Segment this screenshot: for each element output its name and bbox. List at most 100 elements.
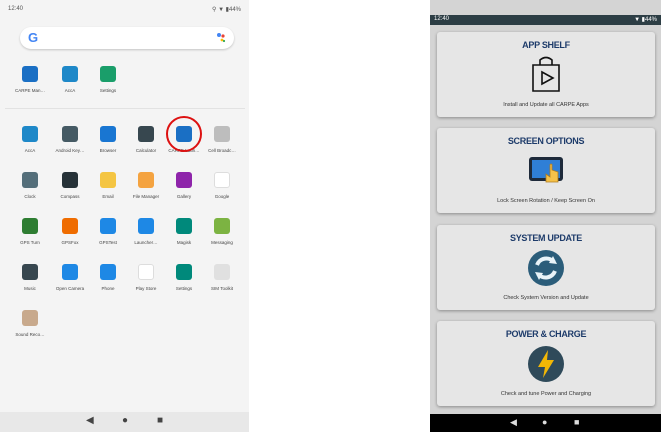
gpsfox-icon xyxy=(62,218,78,234)
carpe-icon xyxy=(22,66,38,82)
recent-apps-divider xyxy=(5,108,245,109)
file-manager-icon xyxy=(138,172,154,188)
carpe-launcher-screen: 12:40 ▼ ▮44% APP SHELF Install and Updat… xyxy=(430,0,661,432)
app-label: Messaging xyxy=(211,240,233,245)
sound-recorder-icon xyxy=(22,310,38,326)
system-update-icon xyxy=(528,250,564,286)
app-label: AccA xyxy=(24,148,36,153)
app-tile[interactable]: Compass xyxy=(50,172,90,212)
status-bar: 12:40 ⚲ ▼ ▮44% xyxy=(0,0,249,22)
status-indicators: ⚲ ▼ ▮44% xyxy=(212,7,241,13)
system-update-panel[interactable]: SYSTEM UPDATE Check System Version and U… xyxy=(437,225,655,310)
power-charge-panel[interactable]: POWER & CHARGE Check and tune Power and … xyxy=(437,321,655,406)
messaging-icon xyxy=(214,218,230,234)
magisk-icon xyxy=(176,218,192,234)
keyboard-icon xyxy=(62,126,78,142)
app-tile[interactable]: Calculator xyxy=(126,126,166,166)
app-drawer-screen: 12:40 ⚲ ▼ ▮44% G CARPE Man… AccA Settings A… xyxy=(0,0,249,432)
panel-description: Lock Screen Rotation / Keep Screen On xyxy=(497,198,595,204)
play-store-icon xyxy=(138,264,154,280)
home-icon[interactable]: ● xyxy=(542,417,547,427)
app-tile[interactable]: Magisk xyxy=(164,218,204,258)
app-tile[interactable]: Music xyxy=(10,264,50,304)
app-tile[interactable]: Settings xyxy=(88,66,128,106)
app-tile[interactable]: Play Store xyxy=(126,264,166,304)
settings-icon xyxy=(100,66,116,82)
home-icon[interactable]: ● xyxy=(122,415,128,426)
cell-broadcast-icon xyxy=(214,126,230,142)
launcher-icon xyxy=(138,218,154,234)
app-shelf-panel[interactable]: APP SHELF Install and Update all CARPE A… xyxy=(437,32,655,117)
highlight-circle xyxy=(166,116,202,152)
app-tile[interactable]: SIM Toolkit xyxy=(202,264,242,304)
app-label: Settings xyxy=(99,88,117,93)
status-bar: 12:40 ▼ ▮44% xyxy=(430,15,661,25)
app-tile[interactable]: Sound Reco… xyxy=(10,310,50,350)
app-label: Cell Broadc… xyxy=(208,148,236,153)
sim-toolkit-icon xyxy=(214,264,230,280)
google-search-bar[interactable]: G xyxy=(20,27,234,49)
app-tile[interactable]: Google xyxy=(202,172,242,212)
app-tile[interactable]: Cell Broadc… xyxy=(202,126,242,166)
app-label: Google xyxy=(214,194,230,199)
panel-title: POWER & CHARGE xyxy=(505,329,587,339)
gpstest-icon xyxy=(100,218,116,234)
status-time: 12:40 xyxy=(434,16,450,22)
panel-description: Check System Version and Update xyxy=(503,295,589,301)
screenshot-root: 12:40 ⚲ ▼ ▮44% G CARPE Man… AccA Settings A… xyxy=(0,0,661,432)
app-label: CARPE Man… xyxy=(14,88,45,93)
gps-turn-icon xyxy=(22,218,38,234)
app-tile[interactable]: GPSTest xyxy=(88,218,128,258)
acca-icon xyxy=(62,66,78,82)
app-tile[interactable]: File Manager xyxy=(126,172,166,212)
app-tile[interactable]: Browser xyxy=(88,126,128,166)
app-tile[interactable]: AccA xyxy=(10,126,50,166)
settings-icon xyxy=(176,264,192,280)
app-tile[interactable]: AccA xyxy=(50,66,90,106)
panel-title: SYSTEM UPDATE xyxy=(510,233,582,243)
music-icon xyxy=(22,264,38,280)
google-icon xyxy=(214,172,230,188)
navigation-bar: ◀ ● ■ xyxy=(430,414,661,432)
screen-options-panel[interactable]: SCREEN OPTIONS Lock Screen Rotation / Ke… xyxy=(437,128,655,213)
panel-title: APP SHELF xyxy=(522,40,570,50)
panel-title: SCREEN OPTIONS xyxy=(507,136,585,146)
app-label: Music xyxy=(24,286,36,291)
back-icon[interactable]: ◀ xyxy=(510,417,517,428)
app-label: SIM Toolkit xyxy=(211,286,233,291)
panel-description: Install and Update all CARPE Apps xyxy=(503,102,589,108)
app-tile[interactable]: Phone xyxy=(88,264,128,304)
app-tile[interactable]: GPS Turn xyxy=(10,218,50,258)
power-charge-icon xyxy=(528,346,564,382)
app-tile[interactable]: Clock xyxy=(10,172,50,212)
app-tile[interactable]: GPSFox xyxy=(50,218,90,258)
clock-icon xyxy=(22,172,38,188)
status-time: 12:40 xyxy=(8,6,24,12)
google-logo-icon: G xyxy=(28,30,39,45)
app-tile[interactable]: Launcher… xyxy=(126,218,166,258)
recents-icon[interactable]: ■ xyxy=(157,415,163,426)
back-icon[interactable]: ◀ xyxy=(86,415,94,426)
camera-icon xyxy=(62,264,78,280)
panel-description: Check and tune Power and Charging xyxy=(500,391,592,397)
status-indicators: ▼ ▮44% xyxy=(634,17,657,23)
app-tile[interactable]: Android Key… xyxy=(50,126,90,166)
app-label: Clock xyxy=(24,194,36,199)
compass-icon xyxy=(62,172,78,188)
browser-icon xyxy=(100,126,116,142)
recents-icon[interactable]: ■ xyxy=(574,417,579,427)
screen-options-icon xyxy=(529,157,563,183)
app-label: GPS Turn xyxy=(20,240,40,245)
app-tile[interactable]: Messaging xyxy=(202,218,242,258)
calculator-icon xyxy=(138,126,154,142)
app-tile[interactable]: Email xyxy=(88,172,128,212)
google-assistant-icon[interactable] xyxy=(216,32,226,44)
app-shelf-icon xyxy=(532,56,560,92)
app-tile[interactable]: Open Camera xyxy=(50,264,90,304)
phone-icon xyxy=(100,264,116,280)
email-icon xyxy=(100,172,116,188)
acca-icon xyxy=(22,126,38,142)
app-tile[interactable]: Settings xyxy=(164,264,204,304)
app-tile[interactable]: Gallery xyxy=(164,172,204,212)
app-tile[interactable]: CARPE Man… xyxy=(10,66,50,106)
